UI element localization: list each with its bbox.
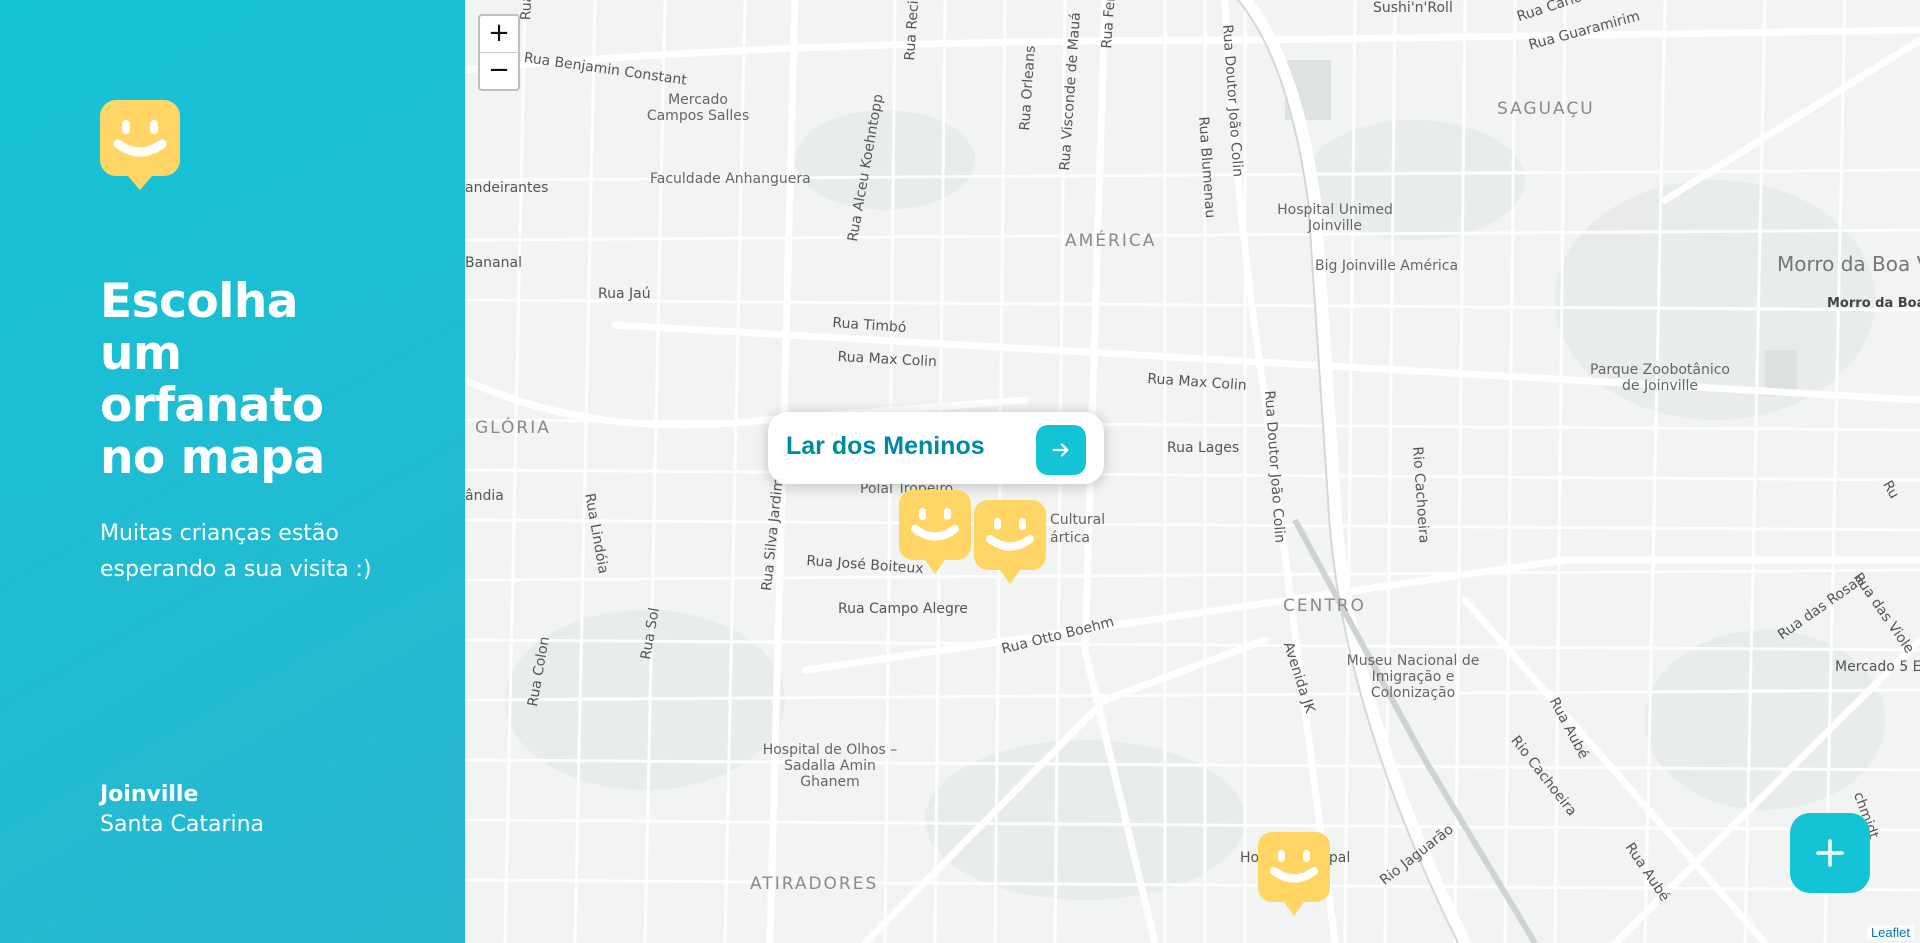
- map[interactable]: Rua M Rua Benjamin Constant Rua Recif Ru…: [465, 0, 1920, 943]
- arrow-right-icon: [1052, 443, 1069, 457]
- district-label: SAGUAÇU: [1497, 99, 1595, 119]
- poi-label: Parque Zoobotânico de Joinville: [1590, 362, 1730, 394]
- poi-label: Mercado Campos Salles: [646, 92, 750, 124]
- title-line: um: [100, 326, 182, 381]
- poi-label: Faculdade Anhanguera: [650, 171, 811, 187]
- poi-label: Big Joinville América: [1315, 258, 1459, 274]
- map-label: andeirantes: [465, 180, 549, 196]
- location-city: Joinville: [100, 782, 199, 807]
- orphanage-marker[interactable]: [899, 490, 971, 574]
- poi-label: Museu Nacional de Imigração e Colonizaçã…: [1346, 653, 1480, 701]
- district-label: CENTRO: [1283, 596, 1366, 616]
- map-label: Mercado 5 Es: [1835, 659, 1920, 675]
- add-orphanage-button[interactable]: [1790, 813, 1870, 893]
- district-label: GLÓRIA: [475, 418, 551, 438]
- leaflet-attribution-link[interactable]: Leaflet: [1866, 925, 1914, 940]
- map-label: Rua M: [518, 0, 535, 21]
- map-label: ândia: [465, 488, 504, 504]
- zoom-in-button[interactable]: +: [480, 16, 518, 53]
- poi-label: Morro da Boa V: [1777, 252, 1920, 276]
- sidebar: Escolha um orfanato no mapa Muitas crian…: [0, 0, 465, 943]
- smiley-marker-icon: [100, 100, 180, 190]
- poi-label: ártica: [1050, 530, 1090, 546]
- orphanage-popup: Lar dos Meninos: [768, 412, 1104, 484]
- location: Joinville Santa Catarina: [100, 780, 264, 840]
- zoom-out-button[interactable]: −: [480, 53, 518, 89]
- title-line: Escolha: [100, 274, 299, 329]
- title-line: orfanato: [100, 378, 324, 433]
- orphanage-name: Lar dos Meninos: [786, 432, 985, 460]
- map-label: Rua Jaú: [598, 286, 651, 302]
- poi-label: Morro da Boa V: [1827, 296, 1920, 311]
- page-title: Escolha um orfanato no mapa: [100, 276, 400, 484]
- map-label: Bananal: [465, 255, 522, 271]
- district-label: ATIRADORES: [750, 874, 879, 894]
- page-subtitle: Muitas crianças estão esperando a sua vi…: [100, 521, 372, 582]
- map-tiles[interactable]: [465, 0, 1920, 943]
- title-line: no mapa: [100, 430, 325, 485]
- map-label: Ho: [1240, 850, 1260, 866]
- poi-label: Hospital Unimed Joinville: [1277, 202, 1393, 234]
- map-label: Rua Lages: [1167, 440, 1240, 456]
- poi-label: Cultural: [1050, 512, 1106, 528]
- plus-icon: [1816, 839, 1844, 867]
- location-state: Santa Catarina: [100, 812, 265, 837]
- orphanage-marker[interactable]: [1258, 832, 1330, 916]
- orphanage-marker[interactable]: [974, 500, 1046, 584]
- zoom-control: + −: [478, 14, 520, 91]
- map-label: Sushi'n'Roll: [1373, 0, 1453, 16]
- district-label: AMÉRICA: [1065, 231, 1157, 251]
- poi-label: Hospital de Olhos – Sadalla Amin Ghanem: [762, 742, 898, 790]
- map-label: Rua Campo Alegre: [838, 601, 968, 617]
- open-orphanage-button[interactable]: [1036, 425, 1086, 475]
